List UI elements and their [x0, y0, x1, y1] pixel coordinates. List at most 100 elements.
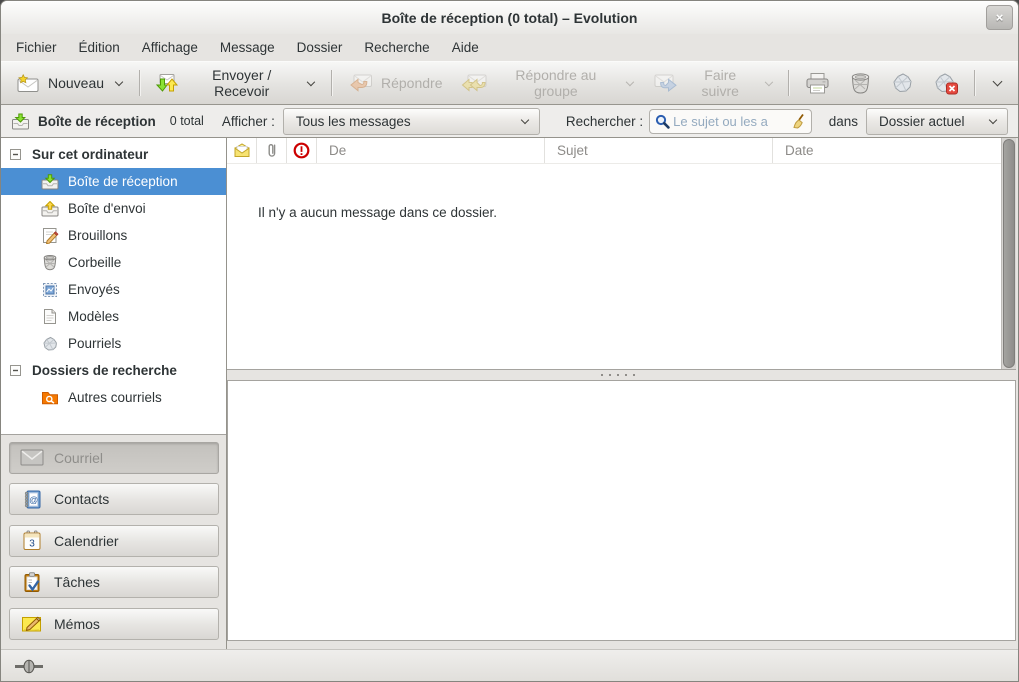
- column-attachment[interactable]: [257, 138, 287, 163]
- tree-item-sent[interactable]: Envoyés: [1, 276, 226, 303]
- close-icon: ×: [996, 10, 1004, 25]
- main-pane: De Sujet Date Il n'y a aucun message dan…: [227, 138, 1018, 649]
- reply-all-button[interactable]: Répondre au groupe: [451, 62, 643, 104]
- scope-dropdown[interactable]: Dossier actuel: [866, 108, 1008, 135]
- forward-button[interactable]: Faire suivre: [644, 62, 782, 104]
- tree-item-trash[interactable]: Corbeille: [1, 249, 226, 276]
- tree-item-templates[interactable]: Modèles: [1, 303, 226, 330]
- tree-group-on-this-computer[interactable]: Sur cet ordinateur: [1, 141, 226, 168]
- junk-delete-icon: [933, 72, 959, 95]
- toolbar-separator: [139, 70, 140, 96]
- evolution-window: Boîte de réception (0 total) – Evolution…: [0, 0, 1019, 682]
- show-filter-dropdown[interactable]: Tous les messages: [283, 108, 540, 135]
- reply-button[interactable]: Répondre: [338, 68, 452, 98]
- contacts-icon: @: [20, 489, 44, 510]
- new-button[interactable]: Nouveau: [7, 69, 133, 98]
- svg-text:@: @: [29, 494, 38, 504]
- junk-button[interactable]: [881, 67, 924, 100]
- switcher-calendar[interactable]: 3 Calendrier: [9, 525, 219, 557]
- message-list-scrollbar[interactable]: [1001, 138, 1016, 369]
- folder-tree: Sur cet ordinateur Boîte de réception: [1, 138, 226, 435]
- sent-icon: [40, 282, 60, 298]
- trash-icon: [40, 254, 60, 271]
- expander-icon[interactable]: [10, 149, 21, 160]
- menu-dossier[interactable]: Dossier: [286, 36, 354, 59]
- memos-icon: [20, 614, 44, 633]
- search-icon[interactable]: [655, 114, 670, 129]
- forward-icon: [653, 73, 679, 93]
- switcher-mail[interactable]: Courriel: [9, 442, 219, 474]
- important-icon: [293, 142, 310, 159]
- calendar-icon: 3: [20, 530, 44, 551]
- switcher-tasks[interactable]: Tâches: [9, 566, 219, 598]
- toolbar-separator: [788, 70, 789, 96]
- drafts-icon: [40, 227, 60, 244]
- switcher-memos[interactable]: Mémos: [9, 608, 219, 640]
- chevron-down-icon: [764, 77, 772, 85]
- component-switcher: Courriel @: [1, 435, 226, 650]
- clear-search-icon[interactable]: [791, 113, 806, 129]
- pane-splitter[interactable]: [227, 370, 1016, 380]
- window-title: Boîte de réception (0 total) – Evolution: [382, 10, 638, 26]
- filterbar: Boîte de réception 0 total Afficher : To…: [1, 105, 1018, 138]
- junk-icon: [890, 72, 915, 95]
- splitter-handle-icon: [601, 374, 603, 376]
- tree-item-drafts[interactable]: Brouillons: [1, 222, 226, 249]
- menu-edition[interactable]: Édition: [68, 36, 131, 59]
- send-receive-button[interactable]: Envoyer / Recevoir: [146, 62, 325, 104]
- sidebar: Sur cet ordinateur Boîte de réception: [1, 138, 227, 649]
- menu-affichage[interactable]: Affichage: [131, 36, 209, 59]
- tree-group-search-folders[interactable]: Dossiers de recherche: [1, 357, 226, 384]
- chevron-down-icon: [993, 77, 1003, 87]
- current-folder-title: Boîte de réception: [38, 114, 156, 129]
- column-from[interactable]: De: [317, 138, 545, 163]
- menu-aide[interactable]: Aide: [441, 36, 490, 59]
- expander-icon[interactable]: [10, 365, 21, 376]
- column-important[interactable]: [287, 138, 317, 163]
- send-receive-icon: [155, 73, 179, 93]
- message-list-header: De Sujet Date: [227, 138, 1001, 164]
- new-mail-icon: [16, 74, 40, 93]
- menu-fichier[interactable]: Fichier: [5, 36, 68, 59]
- delete-junk-button[interactable]: [924, 67, 968, 100]
- online-status-icon[interactable]: [15, 659, 43, 674]
- menu-message[interactable]: Message: [209, 36, 286, 59]
- message-count: 0 total: [170, 114, 204, 128]
- show-label: Afficher :: [222, 114, 275, 129]
- reply-icon: [347, 73, 373, 93]
- junk-icon: [40, 336, 60, 352]
- content-area: Sur cet ordinateur Boîte de réception: [1, 138, 1018, 649]
- preview-pane: [227, 380, 1016, 641]
- toolbar-separator: [974, 70, 975, 96]
- column-status[interactable]: [227, 138, 257, 163]
- tree-item-other-mail[interactable]: Autres courriels: [1, 384, 226, 411]
- close-button[interactable]: ×: [986, 5, 1013, 30]
- templates-icon: [40, 308, 60, 325]
- menu-recherche[interactable]: Recherche: [353, 36, 440, 59]
- menubar: Fichier Édition Affichage Message Dossie…: [1, 34, 1018, 61]
- inbox-icon: [40, 174, 60, 190]
- message-list: De Sujet Date Il n'y a aucun message dan…: [227, 138, 1016, 370]
- paperclip-icon: [266, 142, 278, 159]
- delete-button[interactable]: [840, 67, 881, 100]
- scope-label: dans: [829, 114, 858, 129]
- search-box: [649, 109, 812, 134]
- search-input[interactable]: [670, 114, 791, 129]
- scrollbar-thumb[interactable]: [1003, 139, 1015, 368]
- search-folder-icon: [40, 390, 60, 405]
- tree-item-outbox[interactable]: Boîte d'envoi: [1, 195, 226, 222]
- empty-folder-message: Il n'y a aucun message dans ce dossier.: [227, 164, 1016, 220]
- envelope-icon: [233, 143, 251, 158]
- toolbar-overflow-button[interactable]: [981, 76, 1012, 90]
- inbox-icon: [11, 113, 30, 130]
- tree-item-inbox[interactable]: Boîte de réception: [1, 168, 226, 195]
- chevron-down-icon: [307, 77, 315, 85]
- print-button[interactable]: [795, 67, 840, 100]
- switcher-contacts[interactable]: @ Contacts: [9, 483, 219, 515]
- tree-item-junk[interactable]: Pourriels: [1, 330, 226, 357]
- column-date[interactable]: Date: [773, 138, 1001, 163]
- column-subject[interactable]: Sujet: [545, 138, 773, 163]
- toolbar: Nouveau Envoyer / Recevoir: [1, 61, 1018, 105]
- tasks-icon: [20, 572, 44, 593]
- outbox-icon: [40, 201, 60, 217]
